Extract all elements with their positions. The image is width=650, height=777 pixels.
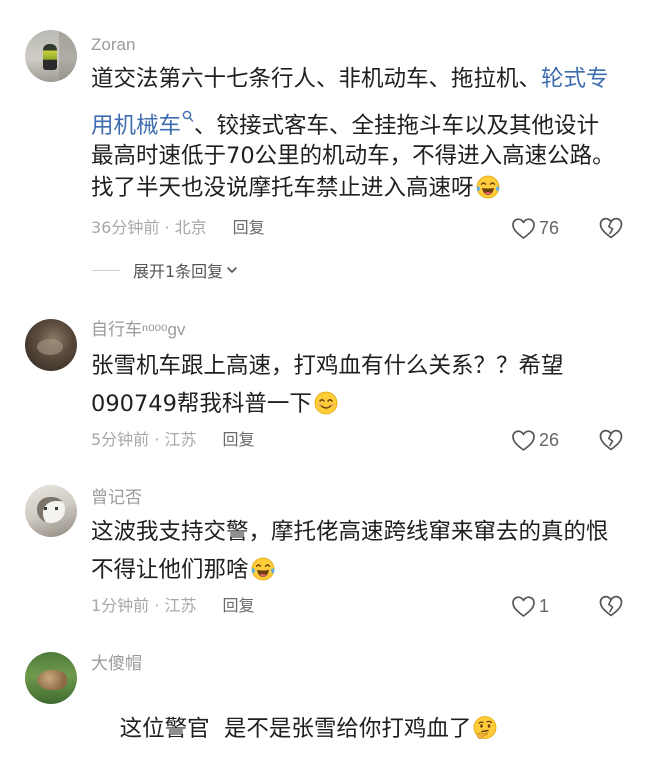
dislike-icon[interactable] — [598, 594, 624, 618]
heart-icon[interactable] — [511, 217, 536, 240]
like-count: 1 — [539, 596, 550, 616]
comment-text-line: 张雪机车跟上高速，打鸡血有什么关系？？希望 — [91, 350, 564, 382]
like-button[interactable]: 76 — [511, 216, 559, 240]
face-with-tears-of-joy-icon — [475, 174, 501, 200]
avatar-animal — [37, 670, 67, 690]
comment-text: 、铰接式客车、全挂拖斗车以及其他设计 — [194, 113, 600, 139]
avatar-wall — [59, 30, 77, 82]
heart-icon[interactable] — [511, 595, 536, 618]
comment-text: 090749帮我科普一下 — [91, 391, 312, 417]
comment-username[interactable]: 自行车ⁿᵒᵒᵒgv — [91, 320, 185, 340]
comment-meta: 5分钟前 · 江苏 回复 — [91, 430, 254, 450]
comment-time-location: 1分钟前 · 江苏 — [91, 596, 197, 615]
comment-text-line: 道交法第六十七条行人、非机动车、拖拉机、轮式专 — [91, 63, 609, 95]
smiling-face-icon — [313, 390, 339, 416]
comment-text: 最高时速低于70公里的机动车，不得进入高速公路。 — [91, 143, 615, 169]
like-count: 26 — [539, 430, 560, 450]
search-icon[interactable] — [182, 101, 194, 122]
avatar-cat-eyes — [44, 507, 58, 510]
comment-text: 这位警官 是不是张雪给你打鸡血了 — [119, 716, 472, 742]
reply-button[interactable]: 回复 — [222, 430, 254, 450]
like-button[interactable]: 1 — [511, 594, 549, 618]
dislike-icon[interactable] — [598, 216, 624, 240]
comment-time-location: 5分钟前 · 江苏 — [91, 430, 197, 449]
face-with-tears-of-joy-icon — [250, 556, 276, 582]
thinking-face-icon — [472, 715, 498, 741]
like-count: 76 — [539, 218, 560, 238]
comment-link[interactable]: 用机械车 — [91, 113, 181, 139]
expand-replies-label[interactable]: 展开1条回复 — [133, 258, 223, 282]
reply-button[interactable]: 回复 — [222, 596, 254, 616]
avatar-cat-head — [37, 497, 65, 523]
comment-text-line: 这位警官 是不是张雪给你打鸡血了 — [91, 681, 498, 777]
avatar[interactable] — [25, 30, 77, 82]
comment-meta: 1分钟前 · 江苏 回复 — [91, 596, 254, 616]
avatar-highlight — [37, 339, 63, 355]
comment-username[interactable]: 大傻帽 — [91, 654, 142, 674]
comment-meta: 36分钟前 · 北京 回复 — [91, 218, 265, 238]
avatar[interactable] — [25, 319, 77, 371]
comment-text-line: 最高时速低于70公里的机动车，不得进入高速公路。 — [91, 140, 615, 172]
divider — [92, 269, 120, 271]
comment-link[interactable]: 轮式专 — [541, 66, 609, 92]
comment-time-location: 36分钟前 · 北京 — [91, 218, 207, 237]
heart-icon[interactable] — [511, 429, 536, 452]
reply-button[interactable]: 回复 — [233, 218, 265, 238]
comment-text-line: 090749帮我科普一下 — [91, 388, 339, 420]
expand-replies-button[interactable]: 展开1条回复 — [92, 258, 238, 282]
chevron-down-icon[interactable] — [226, 264, 238, 276]
comment-username[interactable]: Zoran — [91, 35, 135, 55]
comment-text: 找了半天也没说摩托车禁止进入高速呀 — [91, 175, 474, 201]
comment-text-line: 找了半天也没说摩托车禁止进入高速呀 — [91, 172, 501, 204]
comment-text-line: 不得让他们那啥 — [91, 554, 276, 586]
comment-text: 这波我支持交警，摩托佬高速跨线窜来窜去的真的恨 — [91, 519, 609, 545]
comment-text: 张雪机车跟上高速，打鸡血有什么关系？？希望 — [91, 353, 564, 379]
dislike-icon[interactable] — [598, 428, 624, 452]
comment-text: 不得让他们那啥 — [91, 557, 249, 583]
comment-text: 道交法第六十七条行人、非机动车、拖拉机、 — [91, 66, 542, 92]
comment-text-line: 这波我支持交警，摩托佬高速跨线窜来窜去的真的恨 — [91, 516, 609, 548]
avatar[interactable] — [25, 485, 77, 537]
like-button[interactable]: 26 — [511, 428, 559, 452]
comment-text-line: 用机械车 、铰接式客车、全挂拖斗车以及其他设计 — [91, 101, 599, 142]
avatar[interactable] — [25, 652, 77, 704]
avatar-figure — [43, 44, 57, 70]
comment-username[interactable]: 曾记否 — [91, 488, 142, 508]
